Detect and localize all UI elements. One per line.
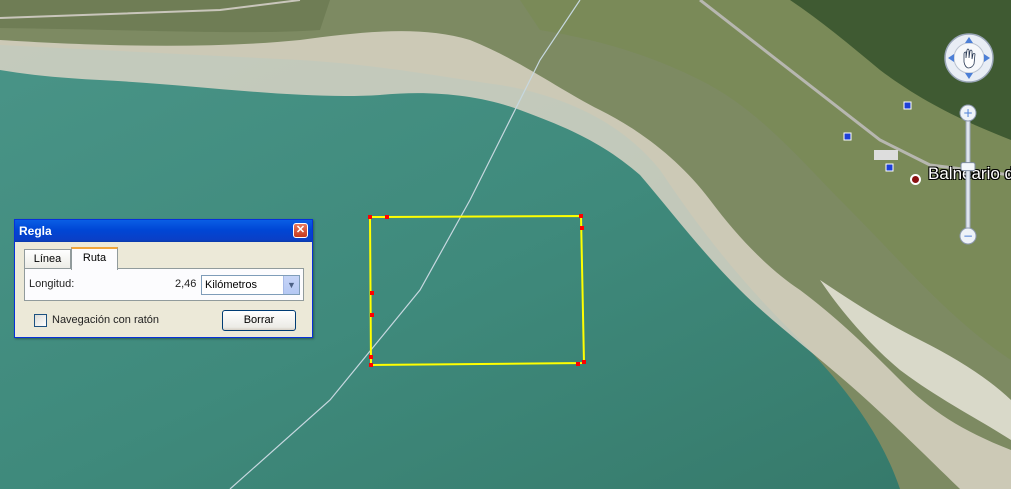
clear-button[interactable]: Borrar	[222, 310, 296, 331]
zoom-track[interactable]	[965, 118, 971, 232]
route-vertex[interactable]	[369, 355, 373, 359]
tab-linea[interactable]: Línea	[24, 249, 71, 269]
zoom-thumb[interactable]	[960, 162, 976, 172]
route-vertex[interactable]	[368, 215, 372, 219]
route-vertex[interactable]	[580, 226, 584, 230]
poi-marker[interactable]	[903, 101, 912, 110]
chevron-down-icon[interactable]: ▼	[283, 276, 299, 294]
poi-marker[interactable]	[885, 163, 894, 172]
route-vertex[interactable]	[370, 291, 374, 295]
building	[874, 150, 898, 160]
ruler-dialog: Regla ✕ Línea Ruta Longitud: 2,46 Kilóme…	[14, 219, 313, 338]
route-vertex[interactable]	[579, 214, 583, 218]
place-marker-icon[interactable]	[910, 174, 921, 185]
route-vertex[interactable]	[576, 362, 580, 366]
zoom-in-icon: +	[963, 106, 973, 120]
route-vertex[interactable]	[385, 215, 389, 219]
unit-select[interactable]: Kilómetros ▼	[201, 275, 300, 295]
mouse-navigation-label: Navegación con ratón	[52, 314, 160, 326]
tab-ruta[interactable]: Ruta	[71, 247, 118, 270]
length-label: Longitud:	[29, 278, 75, 290]
unit-select-value: Kilómetros	[205, 279, 257, 291]
route-vertex[interactable]	[370, 313, 374, 317]
length-value: 2,46	[175, 278, 197, 290]
route-vertex[interactable]	[369, 363, 373, 367]
navigation-control[interactable]	[943, 32, 995, 84]
route-vertex[interactable]	[582, 360, 586, 364]
zoom-slider[interactable]: + −	[958, 103, 978, 246]
close-icon[interactable]: ✕	[293, 223, 308, 238]
ruler-panel: Longitud: 2,46 Kilómetros ▼	[24, 268, 304, 301]
ruler-titlebar[interactable]: Regla ✕	[15, 220, 312, 242]
mouse-navigation-checkbox[interactable]	[34, 314, 47, 327]
zoom-out-icon: −	[963, 229, 973, 243]
ruler-title: Regla	[19, 224, 52, 238]
poi-marker[interactable]	[843, 132, 852, 141]
